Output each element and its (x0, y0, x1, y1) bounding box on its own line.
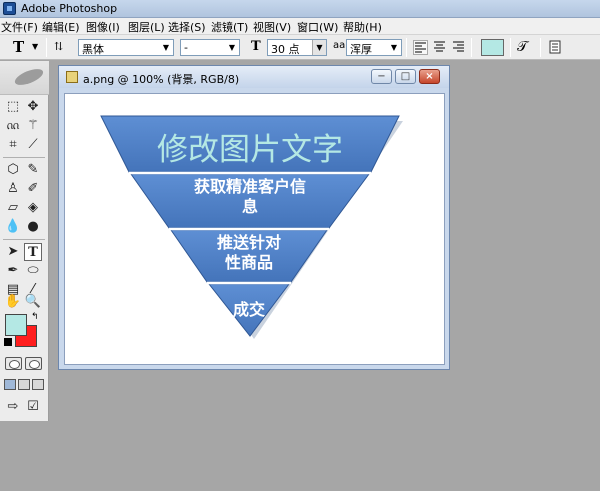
align-center-button[interactable] (433, 40, 446, 56)
marquee-tool-icon[interactable]: ⬚ (4, 98, 22, 116)
separator (540, 38, 541, 57)
zoom-tool-icon[interactable]: 🔍 (24, 293, 42, 311)
font-size-icon: T (251, 39, 261, 54)
maximize-button[interactable]: □ (395, 69, 416, 84)
menu-image[interactable]: 图像(I) (86, 19, 120, 35)
menu-filter[interactable]: 滤镜(T) (211, 19, 248, 35)
clone-stamp-tool-icon[interactable]: ♙ (4, 180, 22, 198)
chevron-down-icon: ▼ (225, 40, 239, 55)
menu-layer[interactable]: 图层(L) (128, 19, 165, 35)
align-left-button[interactable] (413, 40, 428, 55)
font-family-select[interactable]: 黑体 ▼ (78, 39, 174, 56)
separator (406, 38, 407, 57)
menu-edit[interactable]: 编辑(E) (42, 19, 80, 35)
brush-tool-icon[interactable]: ✎ (24, 161, 42, 179)
separator (510, 38, 511, 57)
separator (3, 157, 45, 158)
crop-tool-icon[interactable]: ⌗ (4, 136, 22, 154)
magic-wand-tool-icon[interactable]: ⚚ (24, 117, 42, 135)
jump-to-imageready-icon[interactable]: ⇨ (4, 398, 22, 416)
slice-tool-icon[interactable]: ⟋ (24, 136, 42, 154)
pyramid-level2-text: 推送针对 性商品 (216, 233, 281, 272)
path-selection-tool-icon[interactable]: ➤ (4, 243, 22, 261)
swap-colors-icon[interactable]: ↰ (31, 312, 39, 322)
antialias-icon: aa (333, 40, 346, 51)
align-left-icon (415, 42, 426, 53)
align-right-button[interactable] (452, 40, 465, 56)
quick-mask-mode-button[interactable] (25, 357, 42, 370)
app-title-bar: Adobe Photoshop (0, 0, 600, 18)
dodge-tool-icon[interactable]: ● (24, 218, 42, 236)
chevron-down-icon: ▼ (387, 40, 401, 55)
app-title: Adobe Photoshop (21, 2, 118, 15)
menu-select[interactable]: 选择(S) (168, 19, 206, 35)
font-style-select[interactable]: - ▼ (180, 39, 240, 56)
align-center-icon (434, 41, 445, 52)
font-size-select[interactable]: 30 点 ▼ (267, 39, 327, 56)
document-title-bar[interactable]: a.png @ 100% (背景, RGB/8) − □ × (59, 66, 449, 88)
menu-window[interactable]: 窗口(W) (297, 19, 338, 35)
eraser-tool-icon[interactable]: ▱ (4, 199, 22, 217)
warp-text-icon[interactable]: 𝒯 (517, 39, 528, 55)
standard-mode-button[interactable] (5, 357, 22, 370)
blur-tool-icon[interactable]: 💧 (4, 218, 22, 236)
menu-bar: 文件(F) 编辑(E) 图像(I) 图层(L) 选择(S) 滤镜(T) 视图(V… (0, 18, 600, 35)
document-icon (66, 71, 78, 83)
text-color-swatch[interactable] (481, 39, 504, 56)
hand-tool-icon[interactable]: ✋ (4, 293, 22, 311)
menu-help[interactable]: 帮助(H) (343, 19, 382, 35)
pyramid-level1-text: 获取精准客户信 息 (193, 177, 306, 216)
pyramid-level3-text: 成交 (232, 300, 265, 319)
move-tool-icon[interactable]: ✥ (24, 98, 42, 116)
photoshop-icon (3, 2, 16, 15)
imageready-icon[interactable]: ☑ (24, 398, 42, 416)
palettes-button[interactable] (549, 40, 562, 57)
paint-bucket-tool-icon[interactable]: ◈ (24, 199, 42, 217)
chevron-down-icon: ▼ (159, 40, 173, 55)
standard-screen-mode-button[interactable] (4, 379, 16, 390)
default-colors-icon[interactable] (4, 338, 12, 346)
history-brush-tool-icon[interactable]: ✐ (24, 180, 42, 198)
document-window: a.png @ 100% (背景, RGB/8) − □ × 修改图片文字 获取… (58, 65, 450, 370)
text-orientation-icon[interactable]: ⇅ (54, 40, 63, 53)
chevron-down-icon: ▼ (312, 40, 326, 55)
pen-tool-icon[interactable]: ✒ (4, 262, 22, 280)
feather-logo-icon (12, 65, 46, 89)
document-title: a.png @ 100% (背景, RGB/8) (83, 73, 240, 86)
pyramid-title-text: 修改图片文字 (157, 132, 343, 168)
palettes-icon (549, 40, 561, 54)
close-button[interactable]: × (419, 69, 440, 84)
type-tool-icon[interactable]: T (24, 243, 42, 261)
toolbox: ⬚ ✥ ᦶ ⚚ ⌗ ⟋ ⬡ ✎ ♙ ✐ ▱ ◈ 💧 ● ➤ T ✒ ⬭ ▤ ⁄ … (0, 61, 49, 421)
options-bar: T ▼ ⇅ 黑体 ▼ - ▼ T 30 点 ▼ aa 浑厚 ▼ 𝒯 (0, 35, 600, 60)
type-tool-preset[interactable]: T (13, 38, 24, 56)
ellipse-tool-icon[interactable]: ⬭ (24, 262, 42, 280)
foreground-color-swatch[interactable] (5, 314, 27, 336)
minimize-button[interactable]: − (371, 69, 392, 84)
menu-view[interactable]: 视图(V) (253, 19, 291, 35)
separator (3, 239, 45, 240)
healing-brush-tool-icon[interactable]: ⬡ (4, 161, 22, 179)
antialias-select[interactable]: 浑厚 ▼ (346, 39, 402, 56)
tool-preset-arrow-icon[interactable]: ▼ (32, 42, 38, 51)
full-screen-menu-mode-button[interactable] (18, 379, 30, 390)
menu-file[interactable]: 文件(F) (1, 19, 38, 35)
align-right-icon (453, 41, 464, 52)
separator (46, 38, 47, 57)
lasso-tool-icon[interactable]: ᦶ (4, 117, 22, 135)
full-screen-mode-button[interactable] (32, 379, 44, 390)
toolbox-header (0, 61, 49, 95)
separator (471, 38, 472, 57)
canvas[interactable]: 修改图片文字 获取精准客户信 息 推送针对 性商品 成交 (64, 93, 445, 365)
